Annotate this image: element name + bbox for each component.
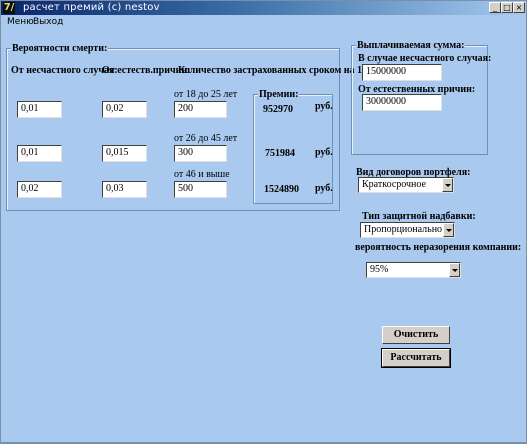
title-bar[interactable]: 7/ расчет премий (с) nestov _ □ × bbox=[1, 1, 526, 15]
accident-prob-row2[interactable]: 0,01 bbox=[17, 145, 62, 162]
payout-natural-input[interactable]: 30000000 bbox=[362, 94, 442, 111]
payout-accident-input[interactable]: 15000000 bbox=[362, 64, 442, 81]
surcharge-type-select[interactable]: Пропорционально сред bbox=[360, 222, 455, 238]
solvency-value: 95% bbox=[370, 264, 389, 275]
surcharge-type-value: Пропорционально сред bbox=[364, 224, 455, 235]
minimize-button[interactable]: _ bbox=[489, 2, 501, 13]
premium-value-row1: 952970 bbox=[263, 104, 293, 115]
insured-count-row1[interactable]: 200 bbox=[174, 101, 227, 118]
death-group-title: Вероятности смерти: bbox=[11, 43, 109, 54]
solvency-label: вероятность неразорения компании: bbox=[355, 242, 522, 253]
natural-prob-row2[interactable]: 0,015 bbox=[102, 145, 147, 162]
app-icon: 7/ bbox=[3, 2, 15, 14]
chevron-down-icon[interactable] bbox=[449, 263, 460, 277]
surcharge-type-label: Тип защитной надбавки: bbox=[362, 211, 476, 222]
premium-unit-row3: руб. bbox=[315, 183, 333, 194]
app-window: 7/ расчет премий (с) nestov _ □ × Меню В… bbox=[0, 0, 527, 444]
menu-item-menu[interactable]: Меню bbox=[7, 17, 34, 27]
insured-count-row2[interactable]: 300 bbox=[174, 145, 227, 162]
solvency-select[interactable]: 95% bbox=[366, 262, 461, 278]
calculate-button[interactable]: Рассчитать bbox=[381, 348, 451, 368]
age-label-row2: от 26 до 45 лет bbox=[174, 133, 238, 144]
natural-prob-row1[interactable]: 0,02 bbox=[102, 101, 147, 118]
premium-value-row3: 1524890 bbox=[264, 184, 299, 195]
natural-prob-row3[interactable]: 0,03 bbox=[102, 181, 147, 198]
premiums-title: Премии: bbox=[258, 89, 300, 100]
payout-title: Выплачиваемая сумма: bbox=[356, 40, 466, 51]
menu-bar: Меню Выход bbox=[1, 15, 526, 29]
premium-unit-row1: руб. bbox=[315, 101, 333, 112]
contract-type-value: Краткосрочное bbox=[362, 179, 426, 190]
maximize-button[interactable]: □ bbox=[501, 2, 513, 13]
premium-value-row2: 751984 bbox=[265, 148, 295, 159]
age-label-row1: от 18 до 25 лет bbox=[174, 89, 238, 100]
chevron-down-icon[interactable] bbox=[443, 223, 454, 237]
payout-accident-label: В случае несчастного случая: bbox=[358, 53, 492, 64]
clear-button[interactable]: Очистить bbox=[382, 326, 450, 344]
accident-prob-row3[interactable]: 0,02 bbox=[17, 181, 62, 198]
age-label-row3: от 46 и выше bbox=[174, 169, 230, 180]
window-bottom-border bbox=[1, 442, 526, 443]
close-button[interactable]: × bbox=[513, 2, 525, 13]
insured-count-row3[interactable]: 500 bbox=[174, 181, 227, 198]
menu-item-exit[interactable]: Выход bbox=[33, 17, 63, 27]
contract-type-select[interactable]: Краткосрочное bbox=[358, 177, 454, 193]
window-title: расчет премий (с) nestov bbox=[23, 2, 160, 13]
accident-prob-row1[interactable]: 0,01 bbox=[17, 101, 62, 118]
chevron-down-icon[interactable] bbox=[442, 178, 453, 192]
premium-unit-row2: руб. bbox=[315, 147, 333, 158]
